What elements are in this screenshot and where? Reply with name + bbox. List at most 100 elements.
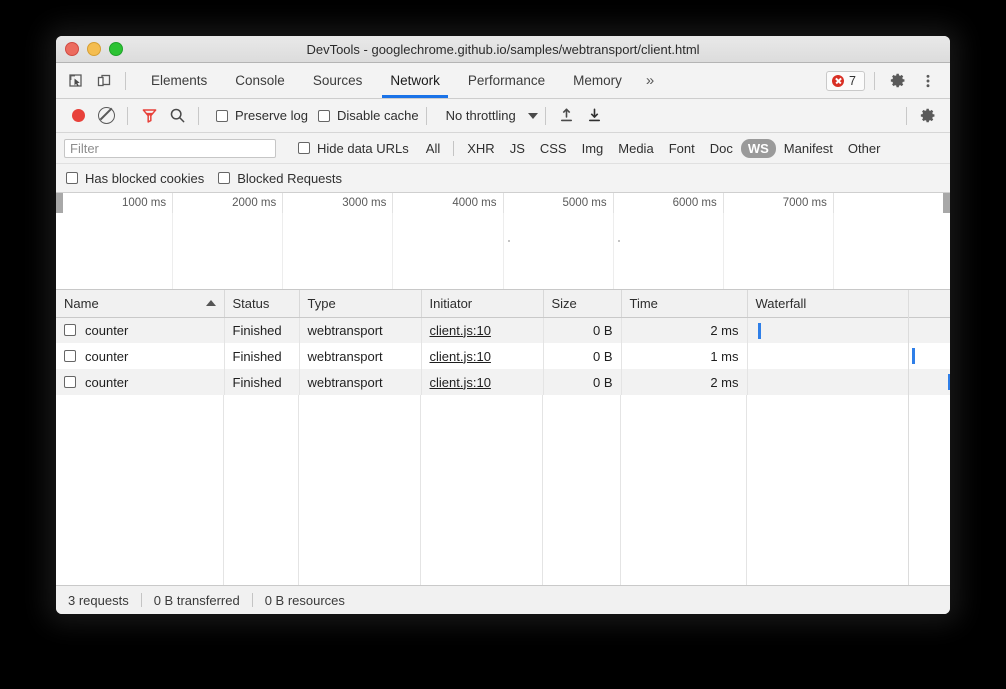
type-filter-ws[interactable]: WS [741,139,776,158]
toolbar-divider [125,72,126,90]
overview-tick-last [834,193,943,213]
close-window-button[interactable] [65,42,79,56]
error-count-badge[interactable]: 7 [826,71,865,91]
cell-time: 2 ms [621,317,747,343]
tab-memory-label: Memory [573,73,622,88]
network-settings-gear-icon[interactable] [914,103,942,129]
column-header-waterfall[interactable]: Waterfall [747,290,950,317]
hide-data-urls-checkbox[interactable]: Hide data URLs [298,141,409,156]
kebab-menu-icon[interactable] [914,68,942,94]
initiator-link[interactable]: client.js:10 [430,375,491,390]
export-har-icon[interactable] [581,103,609,129]
screenshot-root: DevTools - googlechrome.github.io/sample… [0,0,1006,689]
type-filter-other[interactable]: Other [841,139,888,158]
type-filter-js[interactable]: JS [503,139,532,158]
cell-initiator: client.js:10 [421,317,543,343]
disable-cache-box [318,110,330,122]
tab-sources[interactable]: Sources [299,63,377,98]
disable-cache-checkbox[interactable]: Disable cache [318,108,419,123]
column-header-initiator[interactable]: Initiator [421,290,543,317]
filler-column [543,395,621,585]
cell-type: webtransport [299,343,421,369]
resource-type-filters: All XHR JS CSS Img Media Font Doc WS Man… [419,139,888,158]
column-header-status[interactable]: Status [224,290,299,317]
type-filter-media[interactable]: Media [611,139,660,158]
type-filter-doc[interactable]: Doc [703,139,740,158]
cell-time: 2 ms [621,369,747,395]
throttling-dropdown[interactable]: No throttling [446,108,538,123]
overview-time-ruler: 1000 ms 2000 ms 3000 ms 4000 ms 5000 ms … [63,193,943,213]
filter-funnel-icon[interactable] [135,103,163,129]
network-toolbar-divider-4 [545,107,546,125]
table-row[interactable]: counter Finished webtransport client.js:… [56,369,950,395]
overview-column [614,213,724,289]
network-toolbar-divider-5 [906,107,907,125]
cell-waterfall [747,317,950,343]
type-filter-all[interactable]: All [419,139,447,158]
filler-column [56,395,224,585]
more-tabs-label: » [646,72,654,89]
import-har-icon[interactable] [553,103,581,129]
overview-left-handle[interactable] [56,193,63,213]
waterfall-bar [912,348,915,364]
request-checkbox[interactable] [64,350,76,362]
minimize-window-button[interactable] [87,42,101,56]
table-row[interactable]: counter Finished webtransport client.js:… [56,343,950,369]
request-checkbox[interactable] [64,376,76,388]
has-blocked-cookies-checkbox[interactable]: Has blocked cookies [66,171,204,186]
device-toolbar-icon[interactable] [90,68,118,94]
network-toolbar: Preserve log Disable cache No throttling [56,99,950,133]
maximize-window-button[interactable] [109,42,123,56]
cell-status: Finished [224,369,299,395]
request-checkbox[interactable] [64,324,76,336]
sort-ascending-icon [206,300,216,306]
inspect-element-icon[interactable] [62,68,90,94]
tab-sources-label: Sources [313,73,363,88]
gear-icon[interactable] [884,68,912,94]
table-header-row: Name Status Type Initiator Size Time Wat… [56,290,950,317]
cell-size: 0 B [543,369,621,395]
filter-input[interactable] [64,139,276,158]
resources-size: 0 B resources [265,593,345,608]
column-header-name-label: Name [64,296,99,311]
cell-name: counter [56,369,224,395]
table-row[interactable]: counter Finished webtransport client.js:… [56,317,950,343]
status-divider [252,593,253,607]
tab-performance[interactable]: Performance [454,63,559,98]
column-header-name[interactable]: Name [56,290,224,317]
filler-column [299,395,421,585]
record-icon[interactable] [64,103,92,129]
requests-table: Name Status Type Initiator Size Time Wat… [56,290,950,395]
blocked-filters-bar: Has blocked cookies Blocked Requests [56,164,950,193]
overview-right-handle[interactable] [943,193,950,213]
initiator-link[interactable]: client.js:10 [430,323,491,338]
cell-size: 0 B [543,317,621,343]
type-filter-manifest[interactable]: Manifest [777,139,840,158]
overview-body[interactable]: 1000 ms 2000 ms 3000 ms 4000 ms 5000 ms … [63,193,943,289]
clear-icon[interactable] [92,103,120,129]
type-filter-font[interactable]: Font [662,139,702,158]
column-header-type[interactable]: Type [299,290,421,317]
type-filter-css[interactable]: CSS [533,139,574,158]
column-header-size[interactable]: Size [543,290,621,317]
devtools-window: DevTools - googlechrome.github.io/sample… [56,36,950,614]
cell-size: 0 B [543,343,621,369]
column-header-time[interactable]: Time [621,290,747,317]
blocked-requests-label: Blocked Requests [237,171,342,186]
more-tabs-button[interactable]: » [636,63,664,98]
cell-name: counter [56,317,224,343]
search-icon[interactable] [163,103,191,129]
preserve-log-checkbox[interactable]: Preserve log [216,108,308,123]
tab-console[interactable]: Console [221,63,299,98]
overview-tick-5000: 5000 ms [504,193,614,213]
type-filter-img[interactable]: Img [575,139,611,158]
tab-elements-label: Elements [151,73,207,88]
blocked-requests-checkbox[interactable]: Blocked Requests [218,171,342,186]
tab-memory[interactable]: Memory [559,63,636,98]
tab-elements[interactable]: Elements [137,63,221,98]
overview-tick-2000: 2000 ms [173,193,283,213]
initiator-link[interactable]: client.js:10 [430,349,491,364]
tab-network[interactable]: Network [376,63,454,98]
type-filter-xhr[interactable]: XHR [460,139,501,158]
name-cell-wrapper: counter [64,375,216,390]
